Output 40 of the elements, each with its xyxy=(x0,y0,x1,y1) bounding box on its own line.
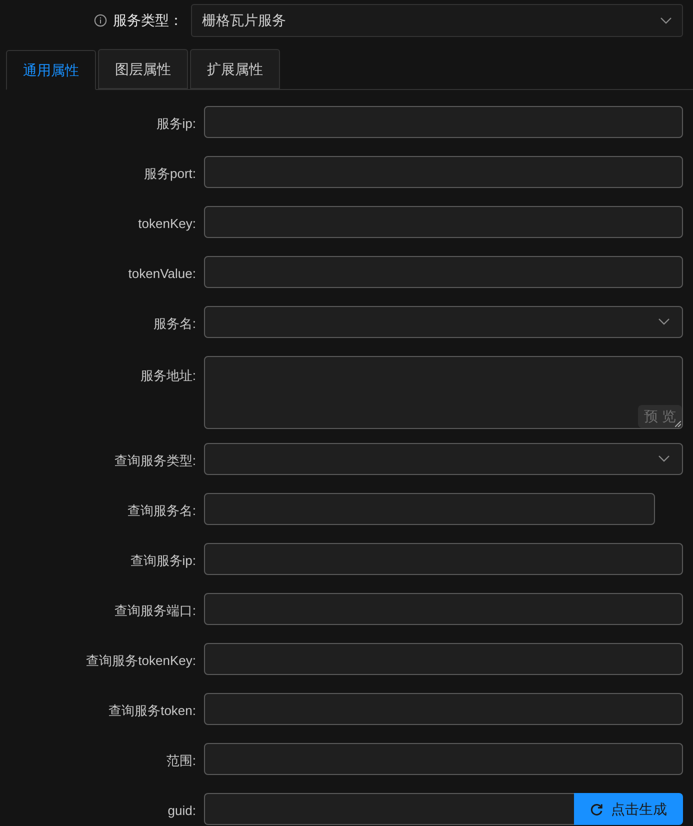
field-label: 查询服务类型: xyxy=(113,452,197,470)
field-label: 服务地址: xyxy=(139,367,197,385)
chevron-down-icon xyxy=(658,318,670,326)
field-label: 查询服务端口: xyxy=(113,602,197,620)
field-label: 服务port: xyxy=(142,165,197,184)
input-field[interactable] xyxy=(204,593,683,625)
text-area[interactable] xyxy=(204,356,683,429)
input-field[interactable] xyxy=(204,493,655,525)
input-field[interactable] xyxy=(204,743,683,775)
tab[interactable]: 通用属性 xyxy=(6,50,96,90)
field-label: 查询服务tokenKey: xyxy=(85,652,197,670)
field-label: 范围: xyxy=(165,752,197,770)
field-label: 服务ip: xyxy=(155,115,197,134)
refresh-icon xyxy=(590,802,603,816)
field-label: tokenValue: xyxy=(127,265,197,284)
field-label: 查询服务token: xyxy=(108,702,197,720)
field-label: 查询服务名: xyxy=(126,502,197,520)
info-icon xyxy=(94,14,107,27)
input-field[interactable] xyxy=(204,106,683,138)
chevron-down-icon xyxy=(660,16,672,24)
field-label: 服务类型： xyxy=(113,11,183,30)
chevron-down-icon xyxy=(658,455,670,463)
generate-button[interactable]: 点击生成 xyxy=(574,793,683,825)
input-field[interactable] xyxy=(204,256,683,288)
tab[interactable]: 图层属性 xyxy=(98,49,188,89)
select-field[interactable]: 栅格瓦片服务 xyxy=(191,4,683,37)
input-field[interactable] xyxy=(204,793,574,825)
select-field[interactable] xyxy=(204,306,683,338)
field-label: guid: xyxy=(166,802,197,820)
field-label: tokenKey: xyxy=(137,215,197,234)
tab[interactable]: 扩展属性 xyxy=(190,49,280,89)
input-field[interactable] xyxy=(204,643,683,675)
input-field[interactable] xyxy=(204,156,683,188)
field-label: 服务名: xyxy=(152,315,197,334)
resize-handle-icon[interactable] xyxy=(675,421,681,427)
input-field[interactable] xyxy=(204,206,683,238)
select-field[interactable] xyxy=(204,443,683,475)
input-field[interactable] xyxy=(204,693,683,725)
field-label: 查询服务ip: xyxy=(129,552,197,570)
input-field[interactable] xyxy=(204,543,683,575)
